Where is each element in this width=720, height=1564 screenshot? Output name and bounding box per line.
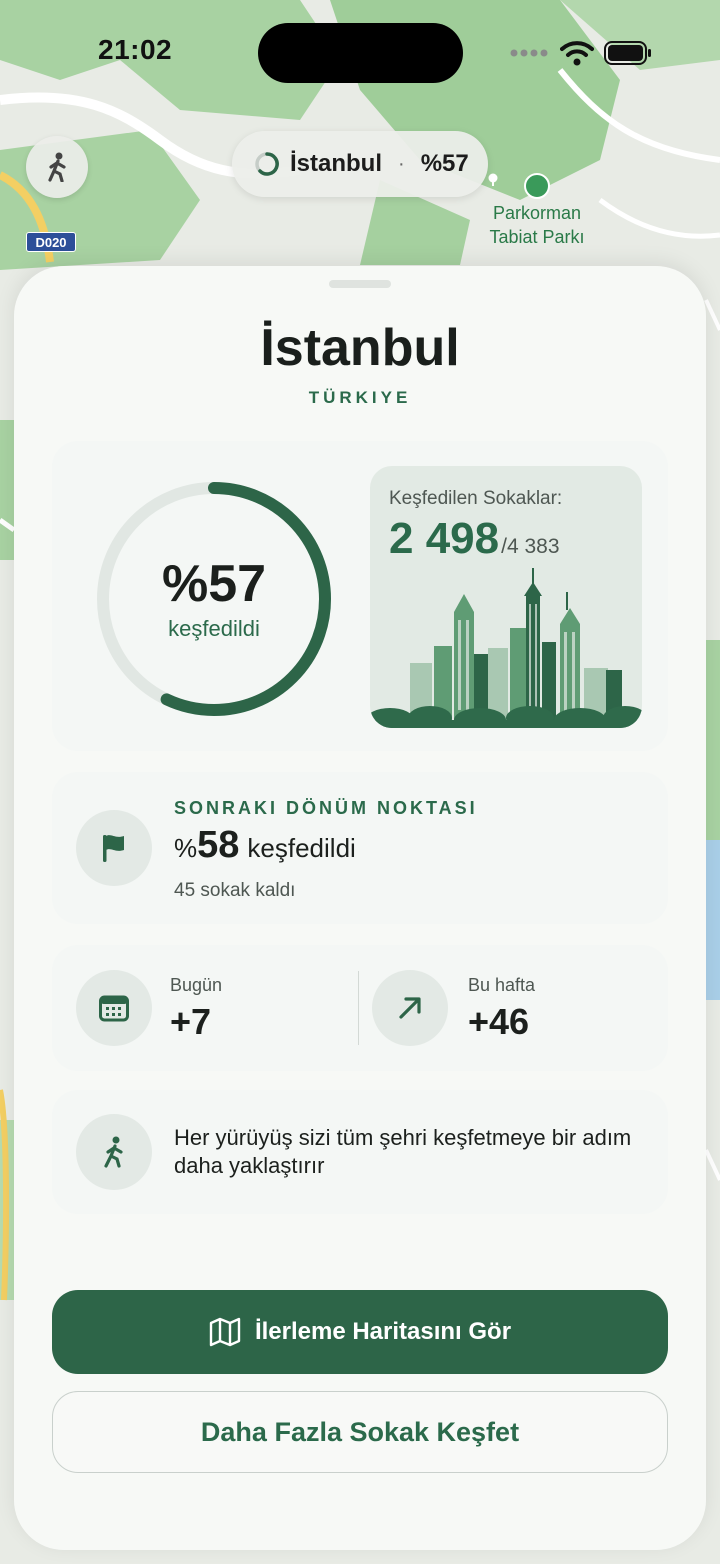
explore-more-streets-button[interactable]: Daha Fazla Sokak Keşfet: [52, 1391, 668, 1473]
milestone-target: % 58 keşfedildi: [174, 824, 356, 867]
pill-percent: %57: [420, 150, 469, 177]
tip-icon-wrap: [76, 1114, 152, 1190]
signal-icon: [510, 49, 548, 57]
stats-card: Bugün +7 Bu hafta +46: [52, 945, 668, 1071]
map-icon: [209, 1317, 241, 1347]
walk-mode-button[interactable]: [26, 136, 88, 198]
calendar-icon: [99, 995, 129, 1022]
week-label: Bu hafta: [468, 975, 536, 995]
streets-total: /4 383: [501, 535, 560, 558]
sheet-subtitle: TÜRKIYE: [308, 388, 412, 407]
milestone-prefix: %: [174, 833, 198, 863]
progress-card: %57 keşfedildi Keşfedilen Sokaklar: 2 49…: [52, 441, 668, 751]
poi-parkorman[interactable]: Parkorman Tabiat Parkı: [486, 173, 588, 249]
streets-count: 2 498 /4 383: [389, 514, 560, 564]
week-icon-wrap: [372, 970, 448, 1046]
status-icons: [510, 38, 652, 68]
status-time: 21:02: [98, 34, 173, 65]
progress-percent: %57: [161, 555, 267, 613]
progress-caption: keşfedildi: [168, 616, 260, 641]
streets-box: Keşfedilen Sokaklar: 2 498 /4 383: [370, 466, 642, 728]
dynamic-island: [258, 23, 463, 83]
milestone-card: SONRAKI DÖNÜM NOKTASI % 58 keşfedildi 45…: [52, 772, 668, 924]
tip-card: Her yürüyüş sizi tüm şehri keşfetmeye bi…: [52, 1090, 668, 1214]
milestone-label: keşfedildi: [247, 833, 356, 863]
flag-icon: [103, 835, 124, 862]
week-value: +46: [468, 1001, 530, 1042]
poi-label: Parkorman Tabiat Parkı: [489, 203, 585, 247]
sheet-grabber[interactable]: [329, 280, 391, 288]
city-progress-pill[interactable]: İstanbul · %57: [232, 131, 488, 197]
city-sheet: İstanbul TÜRKIYE %57 keşfedildi Keşfedil…: [14, 266, 706, 1550]
road-label: D020: [26, 232, 76, 252]
tip-text: Her yürüyüş sizi tüm şehri keşfetmeye bi…: [174, 1125, 632, 1178]
walking-icon: [104, 1136, 123, 1168]
pill-separator: ·: [398, 152, 405, 175]
battery-icon: [604, 41, 651, 65]
sheet-title: İstanbul: [260, 319, 460, 377]
milestone-remaining: 45 sokak kaldı: [174, 880, 296, 901]
stats-divider: [358, 971, 359, 1045]
arrow-up-right-icon: [399, 997, 421, 1019]
city-skyline-illustration: [370, 568, 642, 728]
ring-center: %57 keşfedildi: [94, 479, 334, 719]
today-label: Bugün: [170, 975, 223, 995]
tree-icon: [488, 173, 550, 199]
wifi-icon: [560, 41, 594, 66]
progress-ring-icon: [255, 152, 279, 176]
explore-more-streets-label: Daha Fazla Sokak Keşfet: [200, 1416, 520, 1447]
milestone-heading: SONRAKI DÖNÜM NOKTASI: [174, 798, 478, 818]
walking-icon: [48, 152, 66, 182]
milestone-number: 58: [197, 824, 240, 866]
view-progress-map-label: İlerleme Haritasını Gör: [254, 1318, 512, 1345]
streets-label: Keşfedilen Sokaklar:: [389, 488, 563, 509]
pill-city: İstanbul: [290, 150, 383, 177]
today-value: +7: [170, 1001, 212, 1042]
streets-explored: 2 498: [389, 514, 500, 563]
today-icon-wrap: [76, 970, 152, 1046]
milestone-icon-wrap: [76, 810, 152, 886]
view-progress-map-button[interactable]: İlerleme Haritasını Gör: [52, 1290, 668, 1374]
